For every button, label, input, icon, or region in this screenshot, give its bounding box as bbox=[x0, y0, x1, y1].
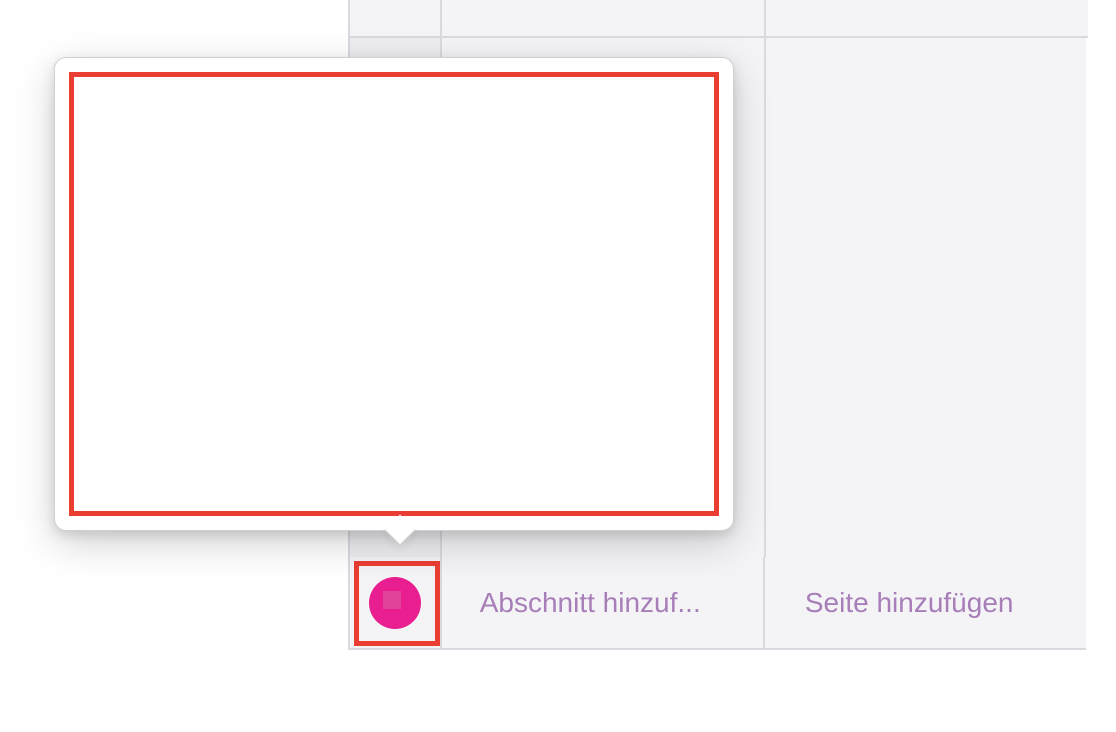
gutter-header-cell bbox=[350, 0, 440, 38]
notebook-icon-cell[interactable] bbox=[350, 557, 442, 648]
notebook-icon-inner-square bbox=[383, 591, 401, 609]
add-page-label: Seite hinzufügen bbox=[805, 587, 1014, 619]
notebook-popover[interactable] bbox=[54, 57, 734, 531]
below-bar-whitespace bbox=[0, 650, 1116, 732]
notebook-color-icon bbox=[369, 577, 421, 629]
add-page-button[interactable]: Seite hinzufügen bbox=[765, 557, 1086, 648]
add-section-label: Abschnitt hinzuf... bbox=[480, 587, 701, 619]
pages-header-cell bbox=[766, 0, 1088, 38]
sections-header-cell bbox=[442, 0, 764, 38]
pages-column bbox=[766, 0, 1088, 648]
add-section-button[interactable]: Abschnitt hinzuf... bbox=[442, 557, 765, 648]
bottom-action-bar: Abschnitt hinzuf... Seite hinzufügen bbox=[348, 557, 1086, 650]
popover-highlight-frame bbox=[69, 72, 719, 516]
